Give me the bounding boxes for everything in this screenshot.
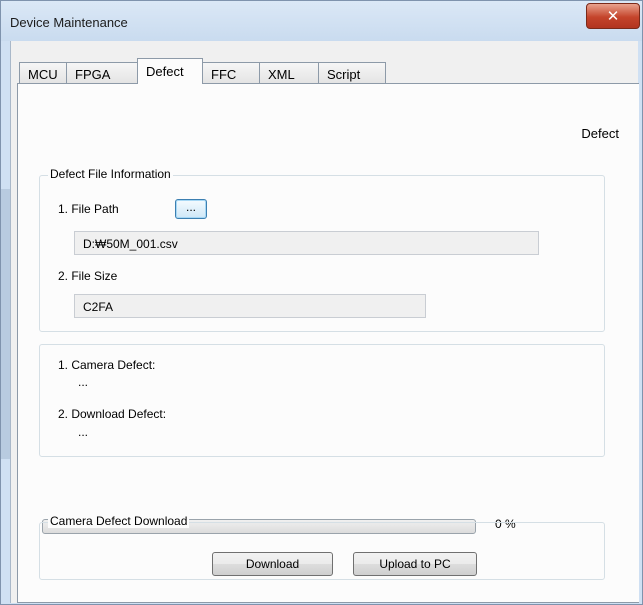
window-edge-strip [1,189,10,459]
group-title: Camera Defect Download [48,514,190,528]
camera-defect-value: ... [78,375,89,389]
tab-fpga[interactable]: FPGA [66,62,138,84]
upload-to-pc-button[interactable]: Upload to PC [353,552,477,576]
close-icon: ✕ [606,7,620,25]
camera-defect-label: 1. Camera Defect: [58,358,156,372]
file-size-label: 2. File Size [58,269,118,283]
tab-strip: MCU FPGA Defect FFC XML Script [19,58,386,84]
window-title: Device Maintenance [10,15,128,30]
file-path-label: 1. File Path [58,202,119,216]
download-defect-label: 2. Download Defect: [58,407,167,421]
defect-status-group: 1. Camera Defect: ... 2. Download Defect… [39,344,605,457]
defect-tab-panel: Defect Defect File Information 1. File P… [17,83,639,603]
defect-file-info-group: Defect File Information 1. File Path ...… [39,167,605,332]
tab-defect[interactable]: Defect [137,58,203,84]
camera-defect-download-group: Camera Defect Download Download Upload t… [39,514,605,580]
panel-heading: Defect [581,126,619,141]
tab-script[interactable]: Script [318,62,386,84]
device-maintenance-window: Device Maintenance ✕ MCU FPGA Defect FFC… [0,0,643,605]
title-bar[interactable]: Device Maintenance ✕ [1,1,642,41]
tab-xml[interactable]: XML [259,62,319,84]
download-button[interactable]: Download [212,552,333,576]
group-title: Defect File Information [48,167,173,181]
file-size-field[interactable]: C2FA [74,294,426,318]
browse-file-button[interactable]: ... [175,199,207,219]
close-button[interactable]: ✕ [586,3,640,29]
client-area: MCU FPGA Defect FFC XML Script Defect De… [10,41,639,603]
download-defect-value: ... [78,425,89,439]
file-path-field[interactable]: D:₩50M_001.csv [74,231,539,255]
tab-mcu[interactable]: MCU [19,62,67,84]
tab-ffc[interactable]: FFC [202,62,260,84]
